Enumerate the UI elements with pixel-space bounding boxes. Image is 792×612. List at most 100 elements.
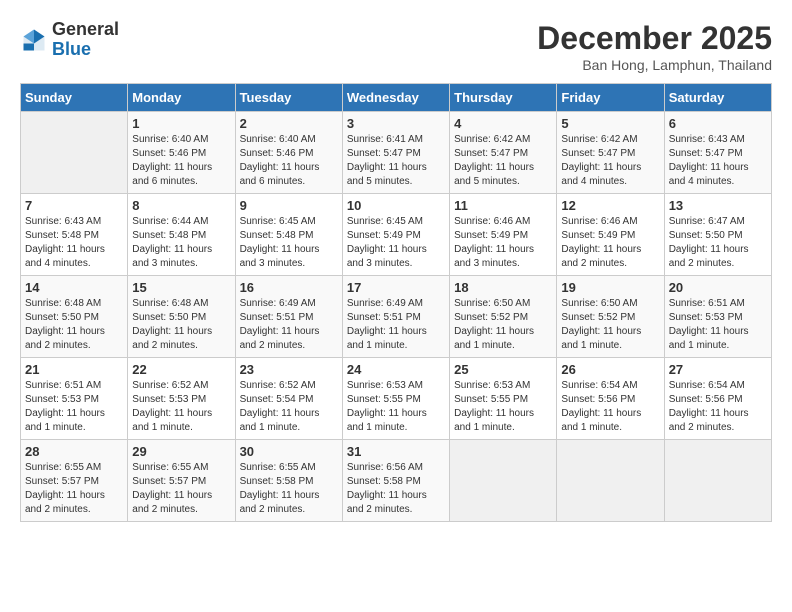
day-number: 30 [240, 444, 338, 459]
day-number: 3 [347, 116, 445, 131]
calendar-cell: 25 Sunrise: 6:53 AMSunset: 5:55 PMDayligh… [450, 358, 557, 440]
calendar-cell: 31Sunrise: 6:56 AMSunset: 5:58 PMDayligh… [342, 440, 449, 522]
day-info: Sunrise: 6:42 AMSunset: 5:47 PMDaylight:… [454, 133, 552, 189]
day-number: 23 [240, 362, 338, 377]
main-title: December 2025 [537, 20, 772, 57]
calendar-cell: 5 Sunrise: 6:42 AMSunset: 5:47 PMDaylight… [557, 112, 664, 194]
calendar-cell: 20 Sunrise: 6:51 AMSunset: 5:53 PMDayligh… [664, 276, 771, 358]
calendar-cell: 18 Sunrise: 6:50 AMSunset: 5:52 PMDayligh… [450, 276, 557, 358]
day-number: 21 [25, 362, 123, 377]
day-info: Sunrise: 6:42 AMSunset: 5:47 PMDaylight:… [561, 133, 659, 189]
calendar-cell: 30 Sunrise: 6:55 AMSunset: 5:58 PMDayligh… [235, 440, 342, 522]
day-number: 22 [132, 362, 230, 377]
day-info: Sunrise: 6:55 AMSunset: 5:58 PMDaylight:… [240, 461, 338, 517]
calendar-cell [664, 440, 771, 522]
calendar-cell: 1Sunrise: 6:40 AMSunset: 5:46 PMDaylight… [128, 112, 235, 194]
calendar-cell: 11Sunrise: 6:46 AMSunset: 5:49 PMDayligh… [450, 194, 557, 276]
calendar-week-row: 1 Sunrise: 6:40 AMSunset: 5:46 PMDaylight… [21, 112, 772, 194]
day-number: 19 [561, 280, 659, 295]
day-info: Sunrise: 6:52 AMSunset: 5:54 PMDaylight:… [240, 379, 338, 435]
logo-text: General Blue [52, 20, 119, 60]
calendar-cell: 29Sunrise: 6:55 AMSunset: 5:57 PMDayligh… [128, 440, 235, 522]
weekday-header: Tuesday [235, 84, 342, 112]
day-number: 20 [669, 280, 767, 295]
calendar-cell [450, 440, 557, 522]
calendar-cell: 28Sunrise: 6:55 AMSunset: 5:57 PMDayligh… [21, 440, 128, 522]
day-info: Sunrise: 6:46 AMSunset: 5:49 PMDaylight:… [561, 215, 659, 271]
day-number: 14 [25, 280, 123, 295]
day-info: Sunrise: 6:49 AMSunset: 5:51 PMDaylight:… [347, 297, 445, 353]
calendar-cell: 4Sunrise: 6:42 AMSunset: 5:47 PMDaylight… [450, 112, 557, 194]
calendar-cell: 10 Sunrise: 6:45 AMSunset: 5:49 PMDayligh… [342, 194, 449, 276]
logo-blue: Blue [52, 39, 91, 59]
day-info: Sunrise: 6:54 AMSunset: 5:56 PMDaylight:… [669, 379, 767, 435]
logo: General Blue [20, 20, 119, 60]
calendar-cell: 24Sunrise: 6:53 AMSunset: 5:55 PMDayligh… [342, 358, 449, 440]
day-number: 8 [132, 198, 230, 213]
calendar-cell: 27 Sunrise: 6:54 AMSunset: 5:56 PMDayligh… [664, 358, 771, 440]
day-info: Sunrise: 6:48 AMSunset: 5:50 PMDaylight:… [132, 297, 230, 353]
weekday-header: Friday [557, 84, 664, 112]
logo-icon [20, 26, 48, 54]
day-number: 9 [240, 198, 338, 213]
day-info: Sunrise: 6:40 AMSunset: 5:46 PMDaylight:… [240, 133, 338, 189]
day-number: 15 [132, 280, 230, 295]
weekday-header: Thursday [450, 84, 557, 112]
calendar-week-row: 28Sunrise: 6:55 AMSunset: 5:57 PMDayligh… [21, 440, 772, 522]
calendar-cell: 23 Sunrise: 6:52 AMSunset: 5:54 PMDayligh… [235, 358, 342, 440]
calendar-cell: 2 Sunrise: 6:40 AMSunset: 5:46 PMDaylight… [235, 112, 342, 194]
calendar-cell: 13Sunrise: 6:47 AMSunset: 5:50 PMDayligh… [664, 194, 771, 276]
weekday-header: Sunday [21, 84, 128, 112]
day-number: 11 [454, 198, 552, 213]
day-number: 7 [25, 198, 123, 213]
calendar-week-row: 14 Sunrise: 6:48 AMSunset: 5:50 PMDayligh… [21, 276, 772, 358]
day-number: 17 [347, 280, 445, 295]
day-info: Sunrise: 6:41 AMSunset: 5:47 PMDaylight:… [347, 133, 445, 189]
day-info: Sunrise: 6:50 AMSunset: 5:52 PMDaylight:… [454, 297, 552, 353]
day-info: Sunrise: 6:45 AMSunset: 5:49 PMDaylight:… [347, 215, 445, 271]
day-number: 5 [561, 116, 659, 131]
calendar-cell: 16 Sunrise: 6:49 AMSunset: 5:51 PMDayligh… [235, 276, 342, 358]
day-info: Sunrise: 6:53 AMSunset: 5:55 PMDaylight:… [454, 379, 552, 435]
day-number: 12 [561, 198, 659, 213]
day-info: Sunrise: 6:47 AMSunset: 5:50 PMDaylight:… [669, 215, 767, 271]
day-number: 10 [347, 198, 445, 213]
day-info: Sunrise: 6:51 AMSunset: 5:53 PMDaylight:… [669, 297, 767, 353]
weekday-header: Monday [128, 84, 235, 112]
day-number: 25 [454, 362, 552, 377]
day-info: Sunrise: 6:49 AMSunset: 5:51 PMDaylight:… [240, 297, 338, 353]
calendar-cell: 21 Sunrise: 6:51 AMSunset: 5:53 PMDayligh… [21, 358, 128, 440]
day-info: Sunrise: 6:50 AMSunset: 5:52 PMDaylight:… [561, 297, 659, 353]
day-info: Sunrise: 6:51 AMSunset: 5:53 PMDaylight:… [25, 379, 123, 435]
day-number: 29 [132, 444, 230, 459]
calendar-cell: 15 Sunrise: 6:48 AMSunset: 5:50 PMDayligh… [128, 276, 235, 358]
calendar-week-row: 21 Sunrise: 6:51 AMSunset: 5:53 PMDayligh… [21, 358, 772, 440]
calendar-week-row: 7Sunrise: 6:43 AMSunset: 5:48 PMDaylight… [21, 194, 772, 276]
day-number: 2 [240, 116, 338, 131]
day-number: 18 [454, 280, 552, 295]
calendar-cell: 6 Sunrise: 6:43 AMSunset: 5:47 PMDaylight… [664, 112, 771, 194]
day-number: 16 [240, 280, 338, 295]
calendar-cell: 22 Sunrise: 6:52 AMSunset: 5:53 PMDayligh… [128, 358, 235, 440]
day-number: 27 [669, 362, 767, 377]
day-number: 1 [132, 116, 230, 131]
day-number: 6 [669, 116, 767, 131]
day-info: Sunrise: 6:44 AMSunset: 5:48 PMDaylight:… [132, 215, 230, 271]
day-info: Sunrise: 6:43 AMSunset: 5:47 PMDaylight:… [669, 133, 767, 189]
calendar-cell: 3 Sunrise: 6:41 AMSunset: 5:47 PMDaylight… [342, 112, 449, 194]
calendar-cell: 12 Sunrise: 6:46 AMSunset: 5:49 PMDayligh… [557, 194, 664, 276]
weekday-header-row: SundayMondayTuesdayWednesdayThursdayFrid… [21, 84, 772, 112]
day-info: Sunrise: 6:55 AMSunset: 5:57 PMDaylight:… [25, 461, 123, 517]
calendar-cell: 7Sunrise: 6:43 AMSunset: 5:48 PMDaylight… [21, 194, 128, 276]
day-info: Sunrise: 6:56 AMSunset: 5:58 PMDaylight:… [347, 461, 445, 517]
calendar-cell: 8 Sunrise: 6:44 AMSunset: 5:48 PMDaylight… [128, 194, 235, 276]
day-info: Sunrise: 6:48 AMSunset: 5:50 PMDaylight:… [25, 297, 123, 353]
day-info: Sunrise: 6:53 AMSunset: 5:55 PMDaylight:… [347, 379, 445, 435]
calendar-cell [557, 440, 664, 522]
calendar-table: SundayMondayTuesdayWednesdayThursdayFrid… [20, 83, 772, 522]
calendar-cell: 9Sunrise: 6:45 AMSunset: 5:48 PMDaylight… [235, 194, 342, 276]
day-info: Sunrise: 6:52 AMSunset: 5:53 PMDaylight:… [132, 379, 230, 435]
calendar-cell: 17 Sunrise: 6:49 AMSunset: 5:51 PMDayligh… [342, 276, 449, 358]
day-info: Sunrise: 6:54 AMSunset: 5:56 PMDaylight:… [561, 379, 659, 435]
page-header: General Blue December 2025 Ban Hong, Lam… [20, 20, 772, 73]
